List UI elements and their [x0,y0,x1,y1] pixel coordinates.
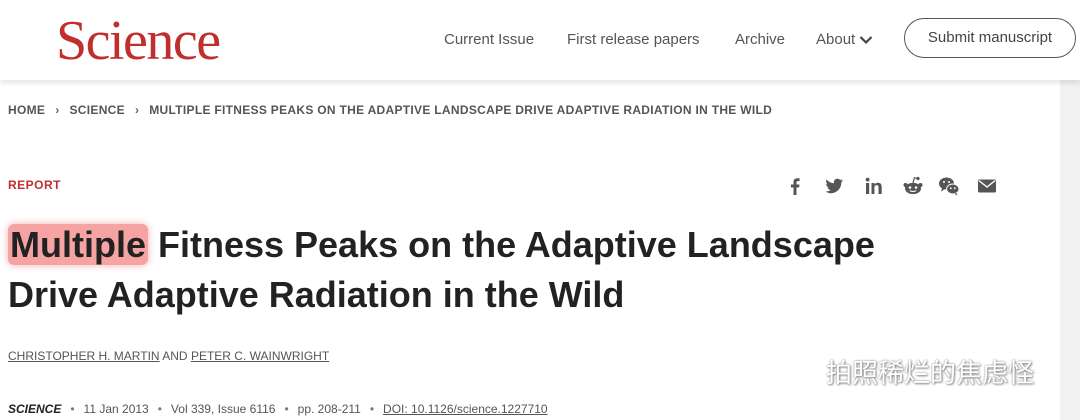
watermark-overlay: 拍照稀烂的焦虑怪 [786,356,1034,390]
breadcrumb: HOME › SCIENCE › MULTIPLE FITNESS PEAKS ON T… [8,102,772,118]
author-wainwright-link[interactable]: PETER C. WAINWRIGHT [191,349,329,363]
chevron-right-icon: › [134,103,140,117]
article-title: Multiple Fitness Peaks on the Adaptive L… [8,220,968,320]
twitter-icon[interactable] [822,174,846,198]
scrollbar-track[interactable] [1060,80,1080,420]
breadcrumb-home[interactable]: HOME [8,103,45,117]
email-icon[interactable] [975,174,999,198]
nav-about[interactable]: About [816,30,873,50]
journal-name[interactable]: SCIENCE [8,402,61,416]
page-range: pp. 208-211 [297,402,361,416]
submit-manuscript-button[interactable]: Submit manuscript [904,18,1076,58]
linkedin-icon[interactable] [862,174,886,198]
highlighted-word: Multiple [8,224,148,265]
chevron-down-icon [859,36,873,45]
article-type-label: REPORT [8,178,62,192]
facebook-icon[interactable] [783,174,807,198]
doi-link[interactable]: DOI: 10.1126/science.1227710 [383,402,548,416]
author-list: CHRISTOPHER H. MARTIN AND PETER C. WAINW… [8,348,329,364]
wechat-icon [786,363,819,387]
reddit-icon[interactable] [901,174,925,198]
breadcrumb-current: MULTIPLE FITNESS PEAKS ON THE ADAPTIVE L… [149,103,773,117]
watermark-text: 拍照稀烂的焦虑怪 [826,358,1035,388]
nav-archive[interactable]: Archive [735,30,785,50]
nav-about-label: About [816,31,856,48]
author-martin-link[interactable]: CHRISTOPHER H. MARTIN [8,349,160,363]
chevron-right-icon: › [55,103,60,117]
science-logo[interactable]: Science [56,9,221,73]
publication-date: 11 Jan 2013 [83,402,149,416]
publication-info: SCIENCE • 11 Jan 2013 • Vol 339, Issue 6116 •… [8,402,548,416]
authors-joiner: AND [162,349,188,363]
nav-first-release-papers[interactable]: First release papers [567,30,700,50]
breadcrumb-science[interactable]: SCIENCE [70,103,125,117]
site-header: Science Current Issue First release pape… [0,0,1080,80]
volume-issue: Vol 339, Issue 6116 [170,402,276,416]
wechat-icon[interactable] [937,174,961,198]
nav-current-issue[interactable]: Current Issue [444,30,534,50]
